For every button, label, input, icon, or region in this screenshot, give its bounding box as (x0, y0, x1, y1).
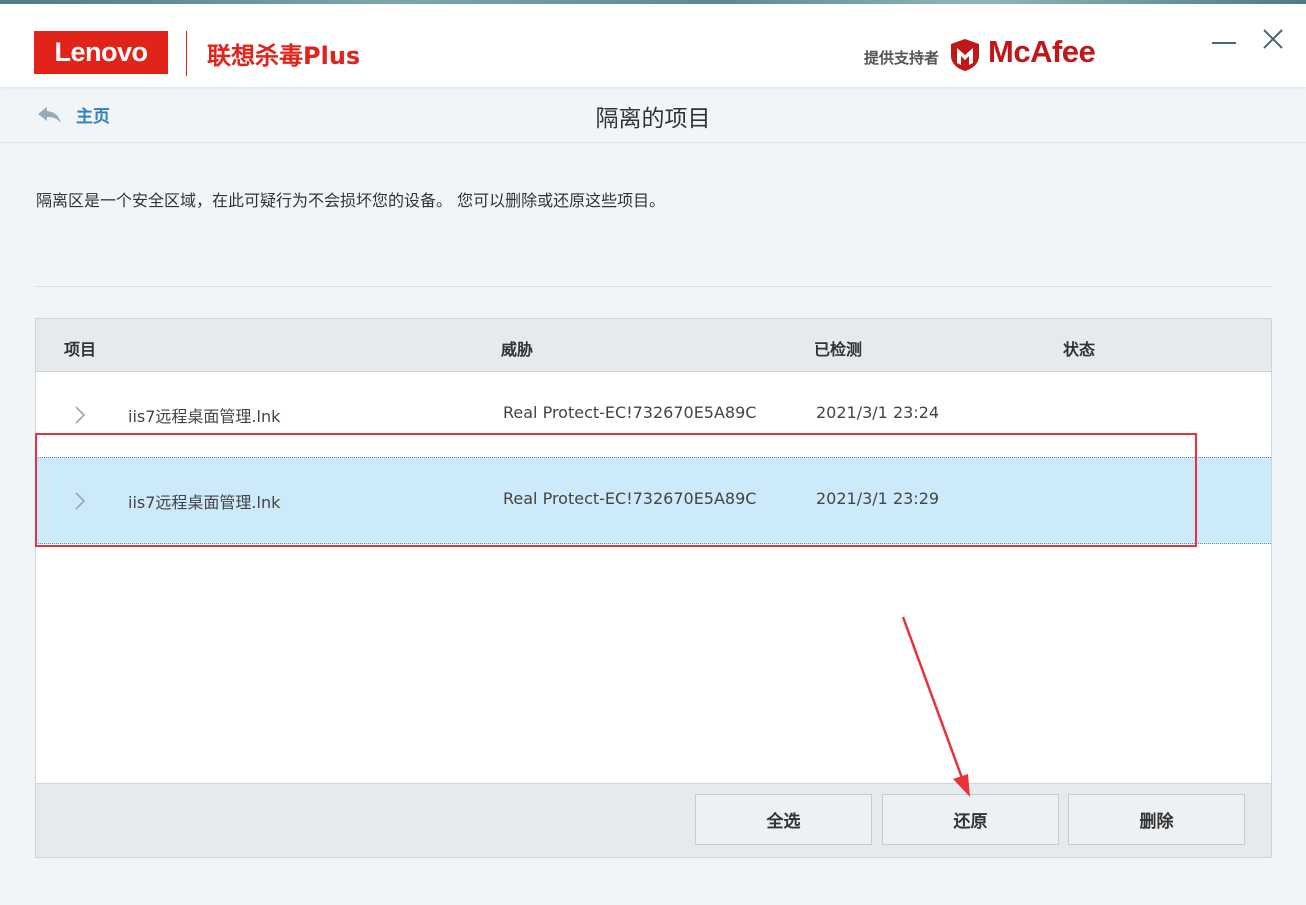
table-row[interactable]: iis7远程桌面管理.lnk Real Protect-EC!732670E5A… (36, 372, 1271, 458)
minimize-icon (1212, 42, 1236, 44)
column-header-detected[interactable]: 已检测 (814, 336, 862, 360)
powered-by-label: 提供支持者 (864, 49, 940, 67)
row-detected-time: 2021/3/1 23:24 (816, 403, 940, 422)
select-all-button[interactable]: 全选 (695, 794, 872, 845)
quarantine-table: 项目 威胁 已检测 状态 iis7远程桌面管理.lnk Real Protect… (35, 318, 1272, 858)
mcafee-shield-icon (951, 39, 979, 71)
close-icon (1263, 29, 1283, 49)
section-divider (35, 286, 1272, 287)
mcafee-logo: McAfee (988, 34, 1096, 69)
quarantine-description: 隔离区是一个安全区域，在此可疑行为不会损坏您的设备。 您可以删除或还原这些项目。 (36, 191, 666, 210)
row-threat-name: Real Protect-EC!732670E5A89C (503, 489, 757, 508)
table-header: 项目 威胁 已检测 状态 (36, 319, 1271, 372)
page-subheader: 主页 隔离的项目 (0, 88, 1306, 143)
lenovo-logo: Lenovo (34, 31, 168, 74)
column-header-item[interactable]: 项目 (64, 336, 96, 360)
page-title: 隔离的项目 (595, 106, 711, 132)
close-button[interactable] (1256, 22, 1290, 56)
column-header-status[interactable]: 状态 (1063, 336, 1095, 360)
delete-button[interactable]: 删除 (1068, 794, 1245, 845)
logo-divider (186, 31, 187, 76)
row-item-name: iis7远程桌面管理.lnk (128, 493, 281, 512)
row-detected-time: 2021/3/1 23:29 (816, 489, 940, 508)
product-name: 联想杀毒Plus (207, 42, 361, 70)
row-item-name: iis7远程桌面管理.lnk (128, 407, 281, 426)
table-action-bar: 全选 还原 删除 (36, 783, 1271, 857)
table-row-selected[interactable]: iis7远程桌面管理.lnk Real Protect-EC!732670E5A… (36, 457, 1271, 544)
minimize-button[interactable] (1207, 22, 1241, 56)
chevron-right-icon[interactable] (73, 491, 87, 511)
app-header: Lenovo 联想杀毒Plus 提供支持者 McAfee (0, 4, 1306, 87)
chevron-right-icon[interactable] (73, 405, 87, 425)
row-threat-name: Real Protect-EC!732670E5A89C (503, 403, 757, 422)
column-header-threat[interactable]: 威胁 (501, 336, 533, 360)
restore-button[interactable]: 还原 (882, 794, 1059, 845)
